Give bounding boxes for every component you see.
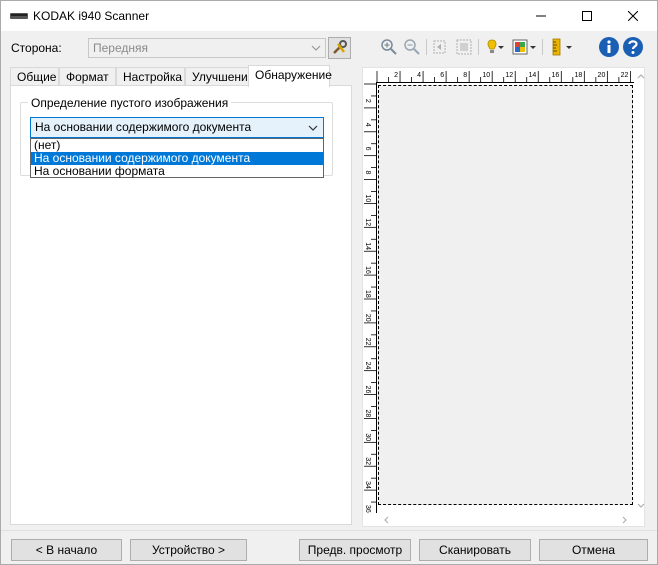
info-icon[interactable]: [598, 36, 620, 58]
ruler-label: 20: [364, 314, 371, 322]
close-icon: [628, 11, 638, 21]
title-bar[interactable]: KODAK i940 Scanner: [1, 1, 657, 31]
ruler-label: 16: [551, 72, 559, 79]
tab-general[interactable]: Общие: [10, 67, 59, 86]
option-label: На основании формата: [34, 164, 165, 178]
button-label: Отмена: [571, 543, 616, 557]
side-combo[interactable]: Передняя: [88, 38, 326, 58]
button-label: Устройство >: [151, 543, 226, 557]
scan-preview-area[interactable]: [378, 85, 633, 505]
ruler-label: 36: [364, 505, 371, 513]
scroll-right-icon[interactable]: [620, 515, 630, 525]
ruler-label: 20: [598, 72, 606, 79]
combo-value: На основании содержимого документа: [35, 120, 252, 134]
ruler-label: 12: [364, 218, 371, 226]
maximize-icon: [582, 11, 592, 21]
dropdown-option-format[interactable]: На основании формата: [31, 165, 323, 178]
ruler-label: 4: [417, 72, 421, 79]
ruler-label: 2: [364, 99, 371, 103]
ruler-label: 22: [364, 338, 371, 346]
option-label: (нет): [34, 138, 61, 152]
chevron-down-icon[interactable]: [528, 38, 538, 56]
fit-icon[interactable]: [455, 38, 473, 56]
scanner-app-icon: [10, 13, 28, 19]
cancel-button[interactable]: Отмена: [539, 539, 648, 561]
scan-button[interactable]: Сканировать: [419, 539, 531, 561]
vertical-ruler: 24681012141618202224262830323436: [364, 83, 377, 513]
toolbar-separator: [478, 39, 479, 55]
window-title: KODAK i940 Scanner: [33, 9, 150, 23]
scanner-window: KODAK i940 Scanner Сторона: Передняя Общ…: [0, 0, 658, 565]
ruler-label: 28: [364, 409, 371, 417]
button-label: Сканировать: [439, 543, 511, 557]
ruler-label: 8: [463, 72, 467, 79]
ruler-label: 30: [364, 433, 371, 441]
chevron-down-icon: [308, 125, 318, 131]
settings-wrench-icon: [333, 40, 347, 54]
side-label: Сторона:: [11, 41, 62, 55]
ruler-label: 22: [621, 72, 629, 79]
color-icon[interactable]: [511, 38, 529, 56]
scroll-down-icon[interactable]: [636, 501, 646, 511]
scroll-up-icon[interactable]: [636, 71, 646, 81]
tab-label: Улучшение: [192, 70, 255, 84]
ruler-label: 18: [575, 72, 583, 79]
group-title: Определение пустого изображения: [28, 96, 232, 110]
tab-format[interactable]: Формат: [59, 67, 116, 86]
ruler-label: 12: [505, 72, 513, 79]
settings-tool-button[interactable]: [328, 37, 351, 59]
ruler-label: 10: [364, 194, 371, 202]
ruler-label: 4: [364, 123, 371, 127]
button-label: Предв. просмотр: [307, 543, 403, 557]
ruler-label: 14: [528, 72, 536, 79]
ruler-label: 6: [440, 72, 444, 79]
tab-enhancement[interactable]: Улучшение: [185, 67, 255, 86]
tab-label: Формат: [66, 70, 109, 84]
chevron-down-icon[interactable]: [496, 38, 506, 56]
ruler-label: 34: [364, 481, 371, 489]
chevron-down-icon: [311, 45, 321, 51]
toolbar-separator: [426, 39, 427, 55]
tab-label: Обнаружение: [255, 68, 332, 82]
ruler-label: 16: [364, 266, 371, 274]
horizontal-ruler: 2 4 6 8 10 12 14 16 18 20 22: [376, 71, 634, 83]
ruler-label: 24: [364, 362, 371, 370]
ruler-label: 2: [394, 72, 398, 79]
ruler-label: 10: [482, 72, 490, 79]
zoom-out-icon[interactable]: [403, 38, 421, 56]
footer-divider: [1, 530, 657, 531]
preview-button[interactable]: Предв. просмотр: [299, 539, 411, 561]
ruler-label: 32: [364, 457, 371, 465]
minimize-icon: [536, 15, 546, 17]
ruler-label: 18: [364, 290, 371, 298]
ruler-label: 14: [364, 242, 371, 250]
tab-detection[interactable]: Обнаружение: [248, 65, 332, 87]
ruler-label: 6: [364, 147, 371, 151]
minimize-button[interactable]: [518, 1, 564, 31]
chevron-down-icon[interactable]: [564, 38, 574, 56]
option-label: На основании содержимого документа: [34, 151, 251, 165]
tab-label: Общие: [17, 70, 57, 84]
zoom-in-icon[interactable]: [380, 38, 398, 56]
ruler-label: 8: [364, 171, 371, 175]
button-label: < В начало: [35, 543, 98, 557]
tab-settings[interactable]: Настройка: [116, 67, 185, 86]
toolbar-separator: [542, 39, 543, 55]
ruler-label: 26: [364, 386, 371, 394]
blank-detection-dropdown-list: (нет) На основании содержимого документа…: [30, 138, 324, 178]
blank-detection-combo[interactable]: На основании содержимого документа: [30, 117, 324, 138]
back-button[interactable]: < В начало: [11, 539, 122, 561]
close-button[interactable]: [610, 1, 656, 31]
help-icon[interactable]: [622, 36, 644, 58]
rotate-icon[interactable]: [431, 38, 449, 56]
tab-label: Настройка: [123, 70, 183, 84]
side-combo-value: Передняя: [93, 41, 149, 55]
scroll-left-icon[interactable]: [381, 515, 391, 525]
device-button[interactable]: Устройство >: [130, 539, 247, 561]
maximize-button[interactable]: [564, 1, 610, 31]
